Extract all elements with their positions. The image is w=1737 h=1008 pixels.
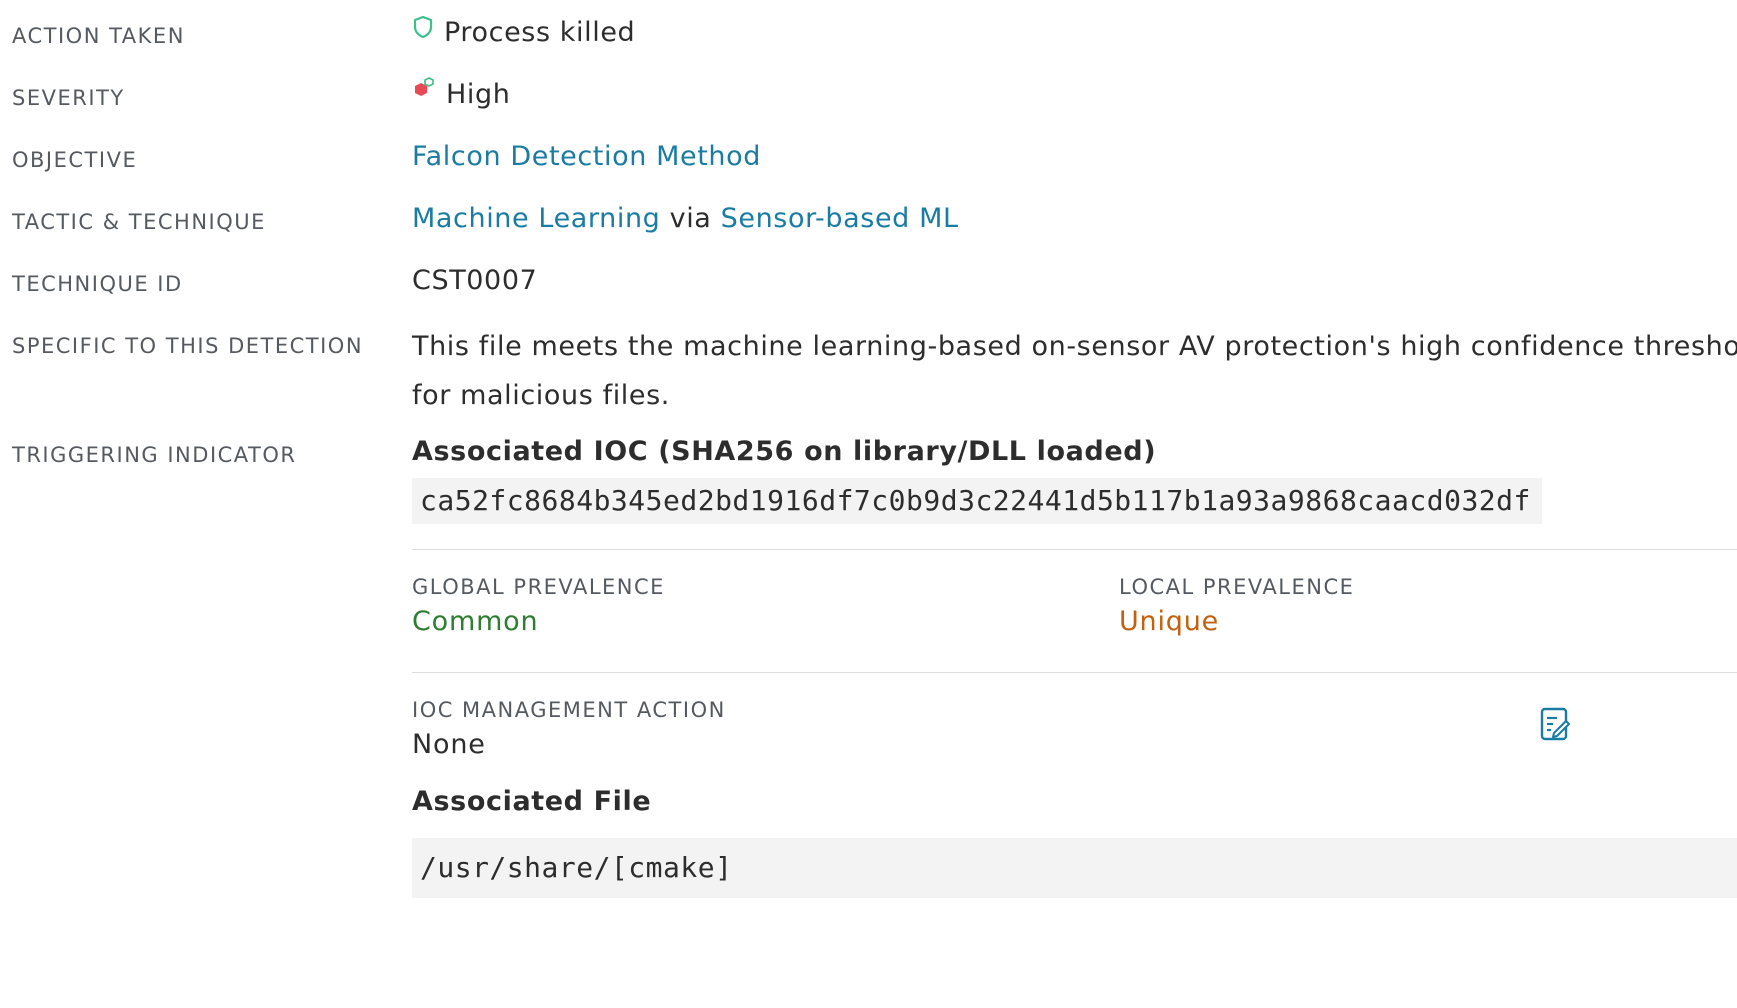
- tactic-link[interactable]: Machine Learning: [412, 203, 660, 234]
- ioc-hash[interactable]: ca52fc8684b345ed2bd1916df7c0b9d3c22441d5…: [412, 478, 1542, 524]
- action-taken-text: Process killed: [444, 17, 636, 48]
- triggering-indicator-label: TRIGGERING INDICATOR: [12, 443, 297, 467]
- file-path[interactable]: /usr/share/[cmake]: [412, 838, 1737, 898]
- via-text: via: [669, 203, 712, 234]
- action-taken-label: ACTION TAKEN: [12, 24, 185, 48]
- ioc-title: Associated IOC (SHA256 on library/DLL lo…: [412, 436, 1157, 467]
- severity-label: SEVERITY: [12, 86, 125, 110]
- technique-id-value: CST0007: [412, 265, 538, 296]
- local-prevalence-label: LOCAL PREVALENCE: [1119, 575, 1355, 599]
- specific-detection-label: SPECIFIC TO THIS DETECTION: [12, 334, 364, 358]
- global-prevalence-label: GLOBAL PREVALENCE: [412, 575, 665, 599]
- severity-high-icon: [412, 77, 436, 108]
- associated-file-title: Associated File: [412, 786, 652, 817]
- severity-value: High: [412, 77, 511, 111]
- severity-text: High: [446, 79, 511, 110]
- technique-link[interactable]: Sensor-based ML: [721, 203, 959, 234]
- edit-icon[interactable]: [1540, 706, 1570, 742]
- specific-detection-description: This file meets the machine learning-bas…: [412, 331, 1737, 411]
- divider: [412, 549, 1737, 550]
- shield-icon: [412, 15, 434, 46]
- objective-link[interactable]: Falcon Detection Method: [412, 141, 761, 172]
- ioc-management-label: IOC MANAGEMENT ACTION: [412, 698, 726, 722]
- objective-label: OBJECTIVE: [12, 148, 138, 172]
- divider: [412, 672, 1737, 673]
- technique-id-label: TECHNIQUE ID: [12, 272, 183, 296]
- tactic-technique-label: TACTIC & TECHNIQUE: [12, 210, 266, 234]
- tactic-technique-value: Machine Learning via Sensor-based ML: [412, 203, 959, 234]
- ioc-management-value: None: [412, 729, 486, 760]
- global-prevalence-value: Common: [412, 606, 539, 637]
- local-prevalence-value: Unique: [1119, 606, 1220, 637]
- action-taken-value: Process killed: [412, 15, 636, 49]
